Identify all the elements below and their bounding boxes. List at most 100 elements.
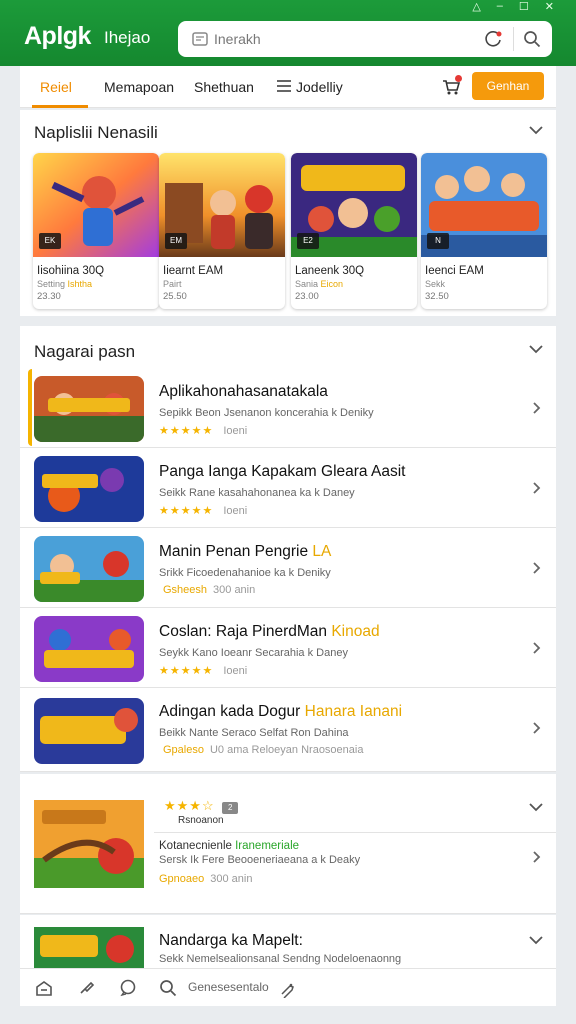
game-price: 32.50: [425, 291, 449, 302]
action-button[interactable]: Genhan: [472, 72, 544, 100]
tag-icon[interactable]: [278, 978, 298, 998]
game-description: Seykk Kano Ioeanr Secarahia k Daney: [159, 647, 348, 659]
tab-bar: Reiel Memapoan Shethuan Jodelliy Genhan: [20, 66, 556, 108]
game-rating: ★★★★★ Ioeni: [159, 425, 248, 437]
featured-card[interactable]: E2 Laneenk 30Q Sania Eicon 23.00: [291, 153, 417, 309]
app-subtitle: Ihejao: [104, 28, 151, 47]
app-header: Aplgk Ihejao △ – ☐ ✕ Inerakh: [0, 0, 576, 66]
chevron-down-icon[interactable]: [528, 935, 544, 945]
expanded-meta: Gpnoaeo 300 anin: [159, 873, 253, 885]
pin-icon[interactable]: [76, 978, 96, 998]
chevron-right-icon[interactable]: [532, 850, 542, 864]
new-section-header: Nagarai pasn: [20, 326, 556, 368]
tab-jodelliy[interactable]: Jodelliy: [296, 79, 343, 95]
tab-reiel[interactable]: Reiel: [40, 79, 72, 95]
search-icon[interactable]: [158, 978, 178, 998]
game-title: Panga Ianga Kapakam Gleara Aasit: [159, 463, 406, 480]
featured-title: Naplislii Nenasili: [34, 123, 158, 142]
game-name: Ieenci EAM: [425, 265, 484, 277]
game-thumbnail: [34, 927, 144, 969]
game-title: Nandarga ka Mapelt:: [159, 932, 303, 949]
game-description: Seikk Rane kasahahonanea ka k Daney: [159, 487, 355, 499]
chat-icon[interactable]: [118, 978, 138, 998]
game-thumbnail: [34, 698, 144, 764]
game-badge: EM: [165, 233, 187, 249]
expanded-count: Rsnoanon: [178, 815, 224, 826]
game-thumbnail: [34, 616, 144, 682]
chevron-down-icon[interactable]: [528, 344, 544, 354]
expanded-description: Sersk Ik Fere Beooeneriaeana a k Deaky: [159, 854, 361, 866]
game-description: Sepikk Beon Jsenanon koncerahia k Deniky: [159, 407, 374, 419]
list-item[interactable]: Coslan: Raja PinerdMan Kinoad Seykk Kano…: [20, 608, 556, 688]
game-description: Srikk Ficoedenahanioe ka k Deniky: [159, 567, 331, 579]
notification-dot: [455, 75, 462, 82]
game-meta: Pairt: [163, 279, 182, 289]
list-icon: [277, 80, 291, 92]
search-box-icon: [192, 32, 208, 46]
game-rating: ★★★★★ Ioeni: [159, 665, 248, 677]
search-divider: [513, 27, 514, 51]
game-meta: Setting Ishtha: [37, 279, 93, 289]
tab-shethuan[interactable]: Shethuan: [194, 79, 254, 95]
game-title: Coslan: Raja PinerdMan Kinoad: [159, 623, 380, 640]
maximize-button[interactable]: ☐: [519, 0, 529, 13]
chevron-right-icon[interactable]: [532, 721, 542, 735]
app-logo[interactable]: Aplgk: [24, 22, 91, 51]
game-description: Sekk Nemelsealionsanal Sendng Nodeloenao…: [159, 953, 402, 965]
game-rating: Gsheesh 300 anin: [163, 584, 256, 596]
chevron-right-icon[interactable]: [532, 401, 542, 415]
featured-card[interactable]: N Ieenci EAM Sekk 32.50: [421, 153, 547, 309]
nav-search-label[interactable]: Genesesentalo: [188, 980, 269, 994]
chevron-right-icon[interactable]: [532, 481, 542, 495]
game-meta: Sekk: [425, 279, 446, 289]
game-thumbnail: [34, 800, 144, 888]
magnifier-icon[interactable]: [522, 29, 542, 49]
search-input[interactable]: Inerakh: [214, 31, 261, 47]
list-item[interactable]: Manin Penan Pengrie LA Srikk Ficoedenaha…: [20, 528, 556, 608]
game-price: 23.00: [295, 291, 319, 302]
count-badge: 2: [222, 802, 239, 814]
game-title: Aplikahonahasanatakala: [159, 383, 328, 400]
close-button[interactable]: ✕: [545, 0, 554, 13]
search-bar[interactable]: Inerakh: [178, 21, 552, 57]
tab-memapoan[interactable]: Memapoan: [104, 79, 174, 95]
game-name: Laneenk 30Q: [295, 265, 365, 277]
game-title: Adingan kada Dogur Hanara Ianani: [159, 703, 403, 720]
bottom-navigation: Genesesentalo: [20, 968, 556, 1006]
selected-indicator: [28, 369, 32, 446]
home-icon[interactable]: [34, 978, 54, 998]
wifi-icon: △: [472, 1, 481, 13]
chevron-right-icon[interactable]: [532, 561, 542, 575]
expanded-item[interactable]: ★★★☆ 2 Rsnoanon Kotanecnienle Iranemeria…: [20, 774, 556, 914]
chevron-down-icon[interactable]: [528, 125, 544, 135]
game-thumbnail: [34, 376, 144, 442]
game-badge: N: [427, 233, 449, 249]
list-item[interactable]: Nandarga ka Mapelt: Sekk Nemelsealionsan…: [20, 915, 556, 969]
list-item[interactable]: Panga Ianga Kapakam Gleara Aasit Seikk R…: [20, 448, 556, 528]
game-description: Beikk Nante Seraco Selfat Ron Dahina: [159, 727, 349, 739]
featured-card[interactable]: EK Iisohiina 30Q Setting Ishtha 23.30: [33, 153, 159, 309]
chevron-down-icon[interactable]: [528, 802, 544, 812]
game-meta: Sania Eicon: [295, 279, 344, 289]
chevron-right-icon[interactable]: [532, 641, 542, 655]
new-section-title: Nagarai pasn: [34, 342, 136, 361]
game-thumbnail: [34, 536, 144, 602]
game-name: Iiearnt EAM: [163, 265, 224, 277]
game-rating: Gpaleso U0 ama Reloeyan Nraosoenaia: [163, 744, 364, 756]
expanded-rating: ★★★☆ 2: [164, 798, 239, 814]
game-price: 23.30: [37, 291, 61, 302]
game-title: Manin Penan Pengrie LA: [159, 543, 332, 560]
list-item[interactable]: Aplikahonahasanatakala Sepikk Beon Jsena…: [20, 368, 556, 448]
game-name: Iisohiina 30Q: [37, 265, 105, 277]
game-price: 25.50: [163, 291, 187, 302]
game-rating: ★★★★★ Ioeni: [159, 505, 248, 517]
list-item[interactable]: Adingan kada Dogur Hanara Ianani Beikk N…: [20, 688, 556, 772]
window-controls: △ – ☐ ✕: [472, 0, 554, 13]
featured-card[interactable]: EM Iiearnt EAM Pairt 25.50: [159, 153, 285, 309]
game-badge: E2: [297, 233, 319, 249]
minimize-button[interactable]: –: [497, 0, 503, 13]
divider: [154, 832, 556, 833]
refresh-icon[interactable]: [484, 29, 504, 49]
game-thumbnail: [34, 456, 144, 522]
active-tab-indicator: [32, 105, 88, 108]
